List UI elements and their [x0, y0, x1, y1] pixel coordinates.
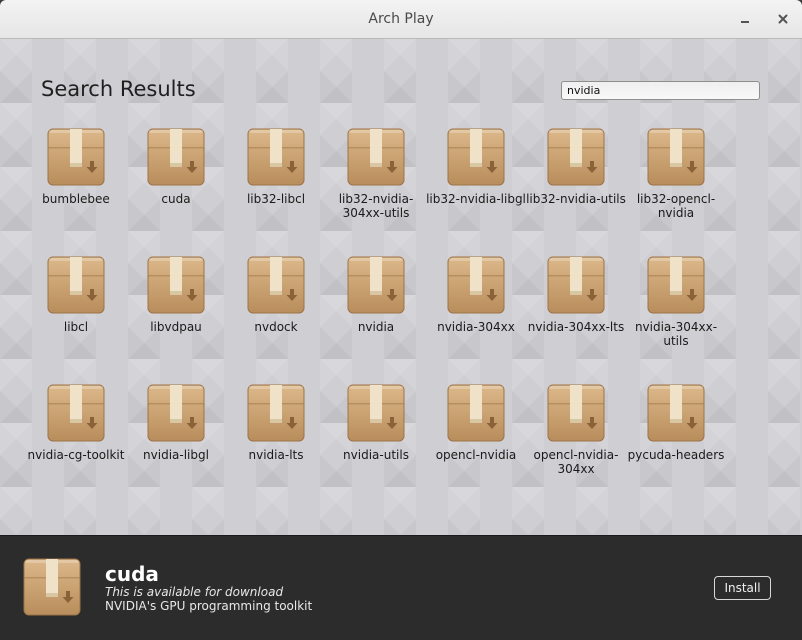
- package-item[interactable]: nvidia-lts: [226, 383, 326, 462]
- package-label: libcl: [63, 320, 89, 334]
- package-box-icon: [46, 127, 106, 187]
- package-item[interactable]: lib32-opencl-nvidia: [626, 127, 726, 220]
- package-label: libvdpau: [150, 320, 202, 334]
- package-box-icon: [146, 255, 206, 315]
- package-box-icon: [646, 255, 706, 315]
- package-label: nvidia-304xx-utils: [634, 320, 718, 348]
- package-item[interactable]: opencl-nvidia-304xx: [526, 383, 626, 476]
- package-item[interactable]: lib32-nvidia-libgl: [426, 127, 526, 206]
- page-title: Search Results: [41, 77, 196, 101]
- close-icon: [778, 14, 788, 24]
- package-box-icon: [346, 255, 406, 315]
- package-item[interactable]: nvidia-304xx: [426, 255, 526, 334]
- package-item[interactable]: nvidia: [326, 255, 426, 334]
- package-box-icon: [346, 383, 406, 443]
- package-label: bumblebee: [42, 192, 110, 206]
- package-label: nvidia-utils: [343, 448, 409, 462]
- package-item[interactable]: lib32-nvidia-304xx-utils: [326, 127, 426, 220]
- package-box-icon: [46, 255, 106, 315]
- package-label: lib32-libcl: [246, 192, 306, 206]
- search-input[interactable]: [561, 81, 760, 100]
- window-title: Arch Play: [368, 11, 434, 27]
- package-label: nvidia-304xx: [437, 320, 515, 334]
- package-label: lib32-nvidia-libgl: [426, 192, 526, 206]
- package-label: lib32-opencl-nvidia: [636, 192, 716, 220]
- package-box-icon: [46, 383, 106, 443]
- package-item[interactable]: pycuda-headers: [626, 383, 726, 462]
- package-box-icon: [22, 557, 82, 617]
- package-box-icon: [446, 127, 506, 187]
- package-label: lib32-nvidia-304xx-utils: [338, 192, 414, 220]
- results-area: Search Results bumblebee cuda lib32-libcl l…: [0, 39, 802, 535]
- package-box-icon: [146, 383, 206, 443]
- package-box-icon: [546, 127, 606, 187]
- package-box-icon: [446, 255, 506, 315]
- package-item[interactable]: lib32-libcl: [226, 127, 326, 206]
- package-item[interactable]: nvidia-304xx-utils: [626, 255, 726, 348]
- package-label: pycuda-headers: [627, 448, 725, 462]
- package-box-icon: [446, 383, 506, 443]
- minimize-button[interactable]: [736, 10, 754, 28]
- package-box-icon: [646, 383, 706, 443]
- install-button[interactable]: Install: [714, 576, 771, 600]
- package-label: nvidia-lts: [248, 448, 304, 462]
- availability-status: This is available for download: [105, 585, 284, 599]
- package-label: nvidia-cg-toolkit: [27, 448, 125, 462]
- title-bar: Arch Play: [0, 0, 802, 39]
- package-item[interactable]: opencl-nvidia: [426, 383, 526, 462]
- package-item[interactable]: cuda: [126, 127, 226, 206]
- package-label: nvidia: [357, 320, 395, 334]
- package-item[interactable]: libvdpau: [126, 255, 226, 334]
- package-label: nvidia-libgl: [143, 448, 209, 462]
- package-item[interactable]: nvdock: [226, 255, 326, 334]
- package-item[interactable]: nvidia-utils: [326, 383, 426, 462]
- selected-package-name: cuda: [105, 562, 159, 586]
- package-box-icon: [146, 127, 206, 187]
- package-item[interactable]: libcl: [26, 255, 126, 334]
- package-label: opencl-nvidia: [435, 448, 517, 462]
- minimize-icon: [741, 21, 749, 23]
- package-box-icon: [346, 127, 406, 187]
- package-label: nvdock: [254, 320, 298, 334]
- package-detail-bar: cuda This is available for download NVID…: [0, 535, 802, 640]
- package-item[interactable]: nvidia-304xx-lts: [526, 255, 626, 334]
- package-label: opencl-nvidia-304xx: [533, 448, 619, 476]
- package-item[interactable]: nvidia-cg-toolkit: [26, 383, 126, 462]
- app-window: Arch Play Search Results bumblebee cuda li…: [0, 0, 802, 640]
- package-label: lib32-nvidia-utils: [526, 192, 626, 206]
- package-item[interactable]: lib32-nvidia-utils: [526, 127, 626, 206]
- package-item[interactable]: nvidia-libgl: [126, 383, 226, 462]
- package-box-icon: [546, 255, 606, 315]
- package-box-icon: [246, 127, 306, 187]
- package-item[interactable]: bumblebee: [26, 127, 126, 206]
- package-description: NVIDIA's GPU programming toolkit: [105, 599, 313, 613]
- package-box-icon: [646, 127, 706, 187]
- package-box-icon: [246, 383, 306, 443]
- package-label: nvidia-304xx-lts: [527, 320, 625, 334]
- package-label: cuda: [161, 192, 191, 206]
- package-box-icon: [246, 255, 306, 315]
- package-box-icon: [546, 383, 606, 443]
- close-button[interactable]: [774, 10, 792, 28]
